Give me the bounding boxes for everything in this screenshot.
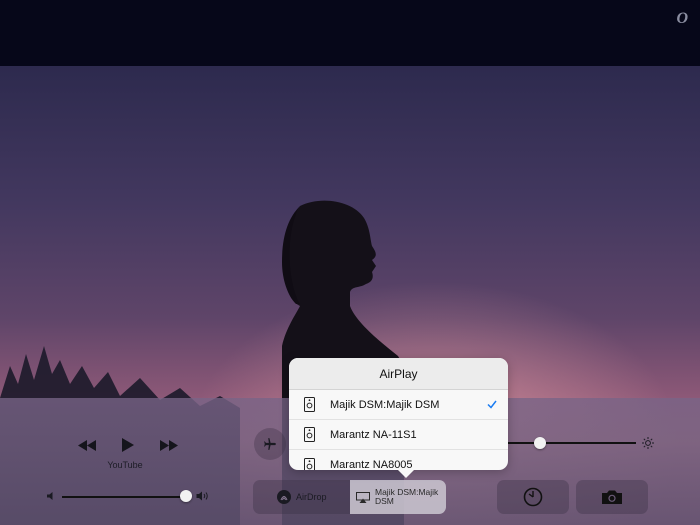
airplane-mode-toggle[interactable] <box>254 428 286 460</box>
timer-button[interactable] <box>497 480 569 514</box>
camera-button[interactable] <box>576 480 648 514</box>
timer-icon <box>523 487 543 507</box>
airdrop-icon <box>277 490 291 504</box>
play-button[interactable] <box>115 434 141 456</box>
volume-slider-knob[interactable] <box>180 490 192 502</box>
sun-icon <box>642 437 654 449</box>
airplay-label: Majik DSM:Majik DSM <box>375 487 439 506</box>
speaker-high-icon <box>196 491 208 501</box>
airdrop-label: AirDrop <box>296 492 327 502</box>
popover-pointer <box>398 470 414 478</box>
checkmark-icon <box>487 400 497 409</box>
airplay-device-label: Marantz NA8005 <box>330 459 413 470</box>
airplay-popover: AirPlay Majik DSM:Majik DSM Marantz NA-1… <box>289 358 508 470</box>
top-bar: O <box>0 0 700 66</box>
camera-icon <box>602 490 622 504</box>
speaker-icon <box>304 397 315 412</box>
media-transport <box>74 434 182 456</box>
airplay-device-label: Majik DSM:Majik DSM <box>330 398 440 411</box>
fast-forward-icon <box>160 439 178 451</box>
play-icon <box>122 438 134 452</box>
airplay-device-label: Marantz NA-11S1 <box>330 428 417 441</box>
rewind-icon <box>78 439 96 451</box>
airplay-device-row[interactable]: Marantz NA-11S1 <box>289 420 508 450</box>
volume-slider[interactable] <box>62 496 186 498</box>
rewind-button[interactable] <box>74 434 100 456</box>
airplay-popover-title: AirPlay <box>289 358 508 390</box>
airplay-button[interactable]: Majik DSM:Majik DSM <box>350 480 446 514</box>
watermark-logo: O <box>676 10 688 27</box>
airplay-device-row[interactable]: Marantz NA8005 <box>289 450 508 470</box>
now-playing-app-label: YouTube <box>107 460 143 470</box>
fast-forward-button[interactable] <box>156 434 182 456</box>
airdrop-button[interactable]: AirDrop <box>253 480 350 514</box>
sharing-controls: AirDrop Majik DSM:Majik DSM <box>253 480 446 514</box>
airplane-icon <box>264 438 276 450</box>
speaker-icon <box>304 427 315 442</box>
airplay-device-row[interactable]: Majik DSM:Majik DSM <box>289 390 508 420</box>
speaker-low-icon <box>47 492 53 500</box>
speaker-icon <box>304 457 315 470</box>
airplay-icon <box>356 491 370 503</box>
brightness-slider-knob[interactable] <box>534 437 546 449</box>
brightness-slider[interactable] <box>508 442 636 444</box>
